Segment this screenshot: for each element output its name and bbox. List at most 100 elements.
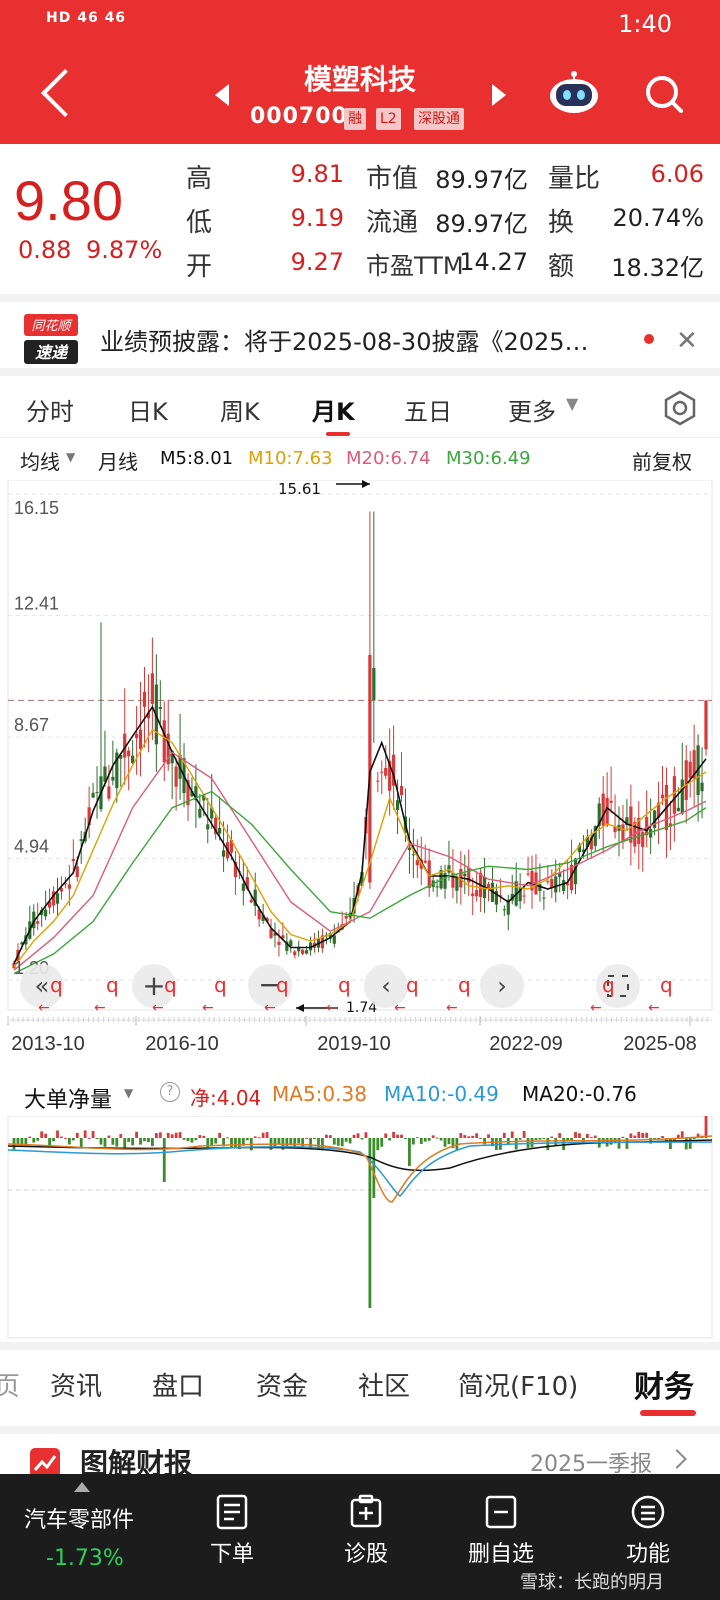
- flow-bar: [71, 1138, 75, 1141]
- candle-body: [542, 897, 546, 899]
- candle-body: [399, 785, 404, 796]
- candle-body: [218, 827, 222, 834]
- flow-bar: [87, 1137, 91, 1139]
- tag-l2: L2: [376, 108, 401, 130]
- ma10-value: M10:7.63: [248, 448, 333, 469]
- tab-capital[interactable]: 资金: [256, 1366, 308, 1403]
- x-tick-label: 2022-09: [489, 1033, 562, 1055]
- expand-up-icon[interactable]: [74, 1482, 90, 1492]
- report-row[interactable]: 图解财报 2025一季报: [0, 1426, 720, 1480]
- sector-name[interactable]: 汽车零部件: [24, 1502, 134, 1534]
- event-marker-q: q: [458, 973, 471, 997]
- flow-bar: [75, 1132, 79, 1138]
- tab-monthly-k[interactable]: 月K: [312, 392, 355, 427]
- tab-daily-k[interactable]: 日K: [128, 392, 168, 427]
- event-marker-q: q: [276, 973, 289, 997]
- candle-body: [688, 761, 692, 778]
- active-tab-indicator: [326, 432, 350, 436]
- y-tick-label: 8.67: [14, 715, 49, 735]
- ma-type-select[interactable]: 均线: [20, 446, 60, 475]
- flow-bar: [447, 1138, 451, 1145]
- candle-body: [158, 706, 162, 709]
- order-label: 下单: [209, 1542, 254, 1567]
- flow-bar: [79, 1138, 83, 1148]
- candle-body: [36, 921, 40, 924]
- tab-more[interactable]: 更多: [508, 392, 556, 427]
- close-icon[interactable]: ✕: [676, 326, 698, 356]
- flow-bar: [174, 1132, 178, 1138]
- flow-bar: [131, 1138, 135, 1146]
- app-root: HD 46 46 1:40 模塑科技 000700 融 L2 深股通 9.80 …: [0, 0, 720, 1600]
- tab-five-day[interactable]: 五日: [404, 392, 452, 427]
- low-marker-arrowhead: [296, 1004, 304, 1012]
- k-line-chart[interactable]: 16.1512.418.674.941.20 2013-102016-10201…: [0, 480, 720, 1070]
- ma-line-m5: [13, 705, 707, 965]
- more-dropdown-icon[interactable]: ▼: [566, 394, 578, 413]
- flow-dropdown-icon[interactable]: ▼: [124, 1086, 133, 1100]
- tab-news[interactable]: 资讯: [50, 1366, 102, 1403]
- flow-bar: [257, 1137, 261, 1139]
- chart-frame: [7, 480, 713, 1011]
- candle-body: [455, 877, 459, 891]
- candle-body: [293, 951, 297, 956]
- flow-bar: [589, 1137, 593, 1139]
- high-marker-label: 15.61: [278, 480, 321, 498]
- candle-body: [301, 949, 305, 954]
- flow-bar: [107, 1135, 111, 1138]
- ma-type-dropdown-icon[interactable]: ▼: [66, 450, 75, 464]
- flow-bar: [629, 1133, 633, 1138]
- tab-community[interactable]: 社区: [358, 1366, 410, 1403]
- candle-body: [111, 776, 115, 781]
- flow-bar: [166, 1132, 170, 1138]
- tab-finance[interactable]: 财务: [634, 1362, 694, 1406]
- search-icon[interactable]: [644, 74, 684, 114]
- flow-bar: [408, 1138, 411, 1166]
- chevron-right-icon[interactable]: [667, 1449, 687, 1469]
- help-icon[interactable]: ?: [160, 1082, 180, 1102]
- candle-body: [415, 860, 419, 866]
- flow-bar: [178, 1132, 182, 1138]
- notice-bar[interactable]: 同花顺 速递 业绩预披露：将于2025-08-30披露《2025… ✕: [0, 294, 720, 376]
- candle-body: [609, 800, 613, 803]
- functions-label: 功能: [625, 1542, 670, 1567]
- candle-body: [475, 890, 479, 897]
- flow-bar: [119, 1134, 123, 1138]
- flow-bar: [115, 1138, 119, 1147]
- watermark-text: 雪球：长跑的明月: [520, 1572, 664, 1593]
- flow-bar: [645, 1132, 649, 1138]
- ma-lines: [13, 705, 707, 975]
- notice-text[interactable]: 业绩预披露：将于2025-08-30披露《2025…: [100, 322, 636, 357]
- settings-hexagon-icon[interactable]: [662, 390, 698, 426]
- adjust-mode[interactable]: 前复权: [632, 446, 692, 475]
- remove-watchlist-button[interactable]: 删自选: [462, 1494, 540, 1568]
- order-doc-icon: [216, 1494, 248, 1530]
- flow-indicator-select[interactable]: 大单净量: [24, 1082, 112, 1114]
- robot-assistant-icon[interactable]: [548, 70, 600, 114]
- label-pe: 市盈TTM: [366, 252, 464, 280]
- flow-bar: [340, 1138, 344, 1147]
- candle-body: [550, 879, 554, 888]
- candle-body: [79, 839, 83, 842]
- flow-bar: [534, 1138, 538, 1140]
- tab-intraday[interactable]: 分时: [26, 392, 74, 427]
- flow-bar: [510, 1131, 514, 1138]
- tab-orderbook[interactable]: 盘口: [152, 1366, 204, 1403]
- flow-bar: [688, 1138, 692, 1149]
- diagnose-button[interactable]: 诊股: [334, 1494, 398, 1568]
- tab-weekly-k[interactable]: 周K: [220, 392, 260, 427]
- flow-bar: [253, 1136, 257, 1138]
- ma30-value: M30:6.49: [446, 448, 531, 469]
- functions-button[interactable]: 功能: [616, 1494, 680, 1568]
- next-stock-icon[interactable]: [492, 84, 506, 106]
- flow-bar: [562, 1138, 566, 1151]
- flow-bar: [356, 1133, 360, 1138]
- stock-header: 模塑科技 000700 融 L2 深股通: [0, 48, 720, 144]
- order-button[interactable]: 下单: [200, 1494, 264, 1568]
- flow-bar: [443, 1138, 447, 1147]
- value-high: 9.81: [290, 160, 344, 188]
- flow-bar: [380, 1138, 384, 1147]
- candle-body: [174, 766, 178, 787]
- tab-profile-f10[interactable]: 简况(F10): [458, 1366, 578, 1403]
- tab-partial[interactable]: 页: [0, 1366, 20, 1403]
- flow-bar: [190, 1138, 194, 1143]
